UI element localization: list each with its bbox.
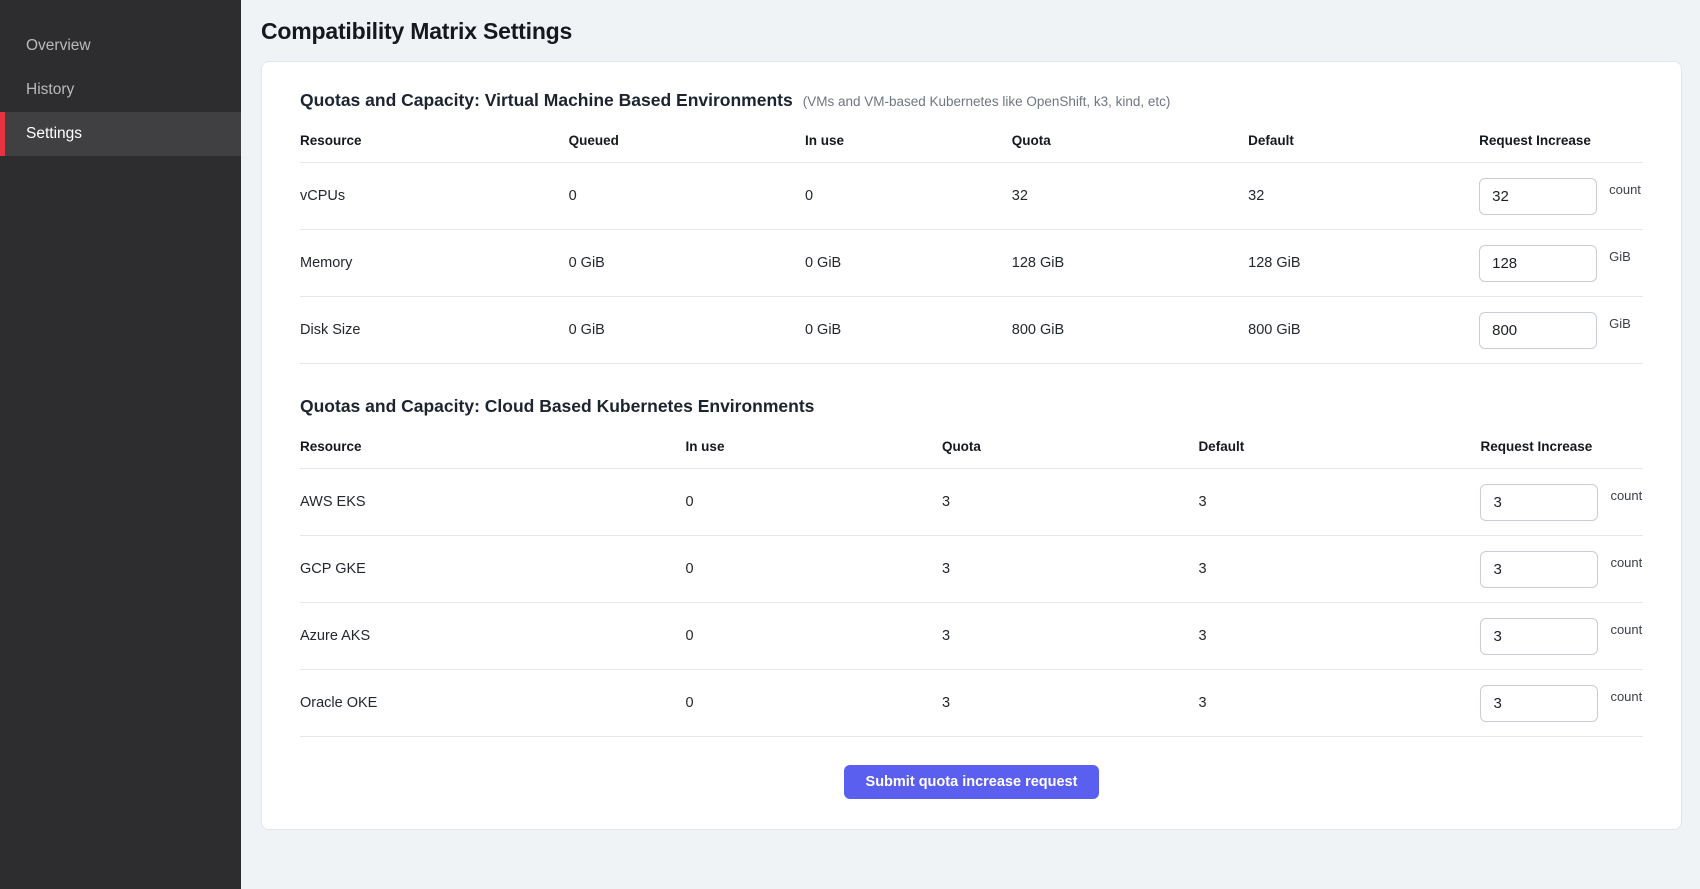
table-row: Azure AKS 0 3 3 count bbox=[300, 603, 1643, 670]
default-value: 3 bbox=[1198, 561, 1480, 577]
default-value: 128 GiB bbox=[1248, 255, 1479, 271]
vm-section-header: Quotas and Capacity: Virtual Machine Bas… bbox=[300, 90, 1643, 111]
unit-label: count bbox=[1610, 555, 1642, 570]
unit-label: count bbox=[1610, 622, 1642, 637]
queued-value: 0 GiB bbox=[569, 322, 805, 338]
column-header-default: Default bbox=[1248, 133, 1479, 148]
unit-label: GiB bbox=[1609, 316, 1631, 331]
unit-label: count bbox=[1610, 488, 1642, 503]
column-header-request-increase: Request Increase bbox=[1479, 133, 1643, 148]
vm-section-subtitle: (VMs and VM-based Kubernetes like OpenSh… bbox=[803, 94, 1171, 109]
column-header-resource: Resource bbox=[300, 439, 685, 454]
app-window: Overview History Settings Compatibility … bbox=[0, 0, 1700, 889]
azure-aks-request-input[interactable] bbox=[1480, 618, 1598, 655]
submit-button-container: Submit quota increase request bbox=[300, 737, 1643, 799]
table-row: vCPUs 0 0 32 32 count bbox=[300, 163, 1643, 230]
column-header-in-use: In use bbox=[805, 133, 1012, 148]
resource-label: Memory bbox=[300, 255, 569, 271]
quota-value: 3 bbox=[942, 494, 1199, 510]
vcpus-request-input[interactable] bbox=[1479, 178, 1597, 215]
cloud-section-title: Quotas and Capacity: Cloud Based Kuberne… bbox=[300, 396, 1643, 417]
vm-section-title: Quotas and Capacity: Virtual Machine Bas… bbox=[300, 90, 793, 111]
resource-label: Azure AKS bbox=[300, 628, 685, 644]
quota-value: 128 GiB bbox=[1012, 255, 1248, 271]
oracle-oke-request-input[interactable] bbox=[1480, 685, 1598, 722]
quota-value: 3 bbox=[942, 628, 1199, 644]
resource-label: Disk Size bbox=[300, 322, 569, 338]
page-title: Compatibility Matrix Settings bbox=[261, 18, 1682, 45]
table-row: Oracle OKE 0 3 3 count bbox=[300, 670, 1643, 737]
resource-label: Oracle OKE bbox=[300, 695, 685, 711]
column-header-in-use: In use bbox=[685, 439, 942, 454]
in-use-value: 0 GiB bbox=[805, 255, 1012, 271]
resource-label: AWS EKS bbox=[300, 494, 685, 510]
request-increase-cell: count bbox=[1480, 685, 1643, 722]
request-increase-cell: count bbox=[1480, 484, 1643, 521]
sidebar-item-settings[interactable]: Settings bbox=[0, 112, 241, 156]
table-row: Memory 0 GiB 0 GiB 128 GiB 128 GiB GiB bbox=[300, 230, 1643, 297]
default-value: 800 GiB bbox=[1248, 322, 1479, 338]
table-row: Disk Size 0 GiB 0 GiB 800 GiB 800 GiB Gi… bbox=[300, 297, 1643, 364]
in-use-value: 0 GiB bbox=[805, 322, 1012, 338]
column-header-request-increase: Request Increase bbox=[1480, 439, 1643, 454]
in-use-value: 0 bbox=[685, 628, 942, 644]
aws-eks-request-input[interactable] bbox=[1480, 484, 1598, 521]
unit-label: GiB bbox=[1609, 249, 1631, 264]
sidebar: Overview History Settings bbox=[0, 0, 241, 889]
quota-value: 3 bbox=[942, 695, 1199, 711]
in-use-value: 0 bbox=[805, 188, 1012, 204]
submit-quota-increase-button[interactable]: Submit quota increase request bbox=[844, 765, 1100, 799]
in-use-value: 0 bbox=[685, 561, 942, 577]
vm-table-header: Resource Queued In use Quota Default Req… bbox=[300, 123, 1643, 163]
request-increase-cell: count bbox=[1480, 618, 1643, 655]
resource-label: vCPUs bbox=[300, 188, 569, 204]
disk-size-request-input[interactable] bbox=[1479, 312, 1597, 349]
quota-value: 32 bbox=[1012, 188, 1248, 204]
in-use-value: 0 bbox=[685, 695, 942, 711]
quota-value: 800 GiB bbox=[1012, 322, 1248, 338]
resource-label: GCP GKE bbox=[300, 561, 685, 577]
default-value: 32 bbox=[1248, 188, 1479, 204]
queued-value: 0 bbox=[569, 188, 805, 204]
request-increase-cell: count bbox=[1480, 551, 1643, 588]
request-increase-cell: GiB bbox=[1479, 245, 1643, 282]
column-header-queued: Queued bbox=[569, 133, 805, 148]
sidebar-nav: Overview History Settings bbox=[0, 24, 241, 156]
settings-card: Quotas and Capacity: Virtual Machine Bas… bbox=[261, 61, 1682, 830]
request-increase-cell: GiB bbox=[1479, 312, 1643, 349]
column-header-quota: Quota bbox=[942, 439, 1199, 454]
default-value: 3 bbox=[1198, 628, 1480, 644]
gcp-gke-request-input[interactable] bbox=[1480, 551, 1598, 588]
column-header-quota: Quota bbox=[1012, 133, 1248, 148]
request-increase-cell: count bbox=[1479, 178, 1643, 215]
unit-label: count bbox=[1610, 689, 1642, 704]
column-header-default: Default bbox=[1198, 439, 1480, 454]
default-value: 3 bbox=[1198, 695, 1480, 711]
memory-request-input[interactable] bbox=[1479, 245, 1597, 282]
sidebar-item-history[interactable]: History bbox=[0, 68, 241, 112]
column-header-resource: Resource bbox=[300, 133, 569, 148]
cloud-table-header: Resource In use Quota Default Request In… bbox=[300, 429, 1643, 469]
table-row: GCP GKE 0 3 3 count bbox=[300, 536, 1643, 603]
in-use-value: 0 bbox=[685, 494, 942, 510]
sidebar-item-overview[interactable]: Overview bbox=[0, 24, 241, 68]
queued-value: 0 GiB bbox=[569, 255, 805, 271]
table-row: AWS EKS 0 3 3 count bbox=[300, 469, 1643, 536]
quota-value: 3 bbox=[942, 561, 1199, 577]
default-value: 3 bbox=[1198, 494, 1480, 510]
unit-label: count bbox=[1609, 182, 1641, 197]
main-content: Compatibility Matrix Settings Quotas and… bbox=[241, 0, 1700, 889]
